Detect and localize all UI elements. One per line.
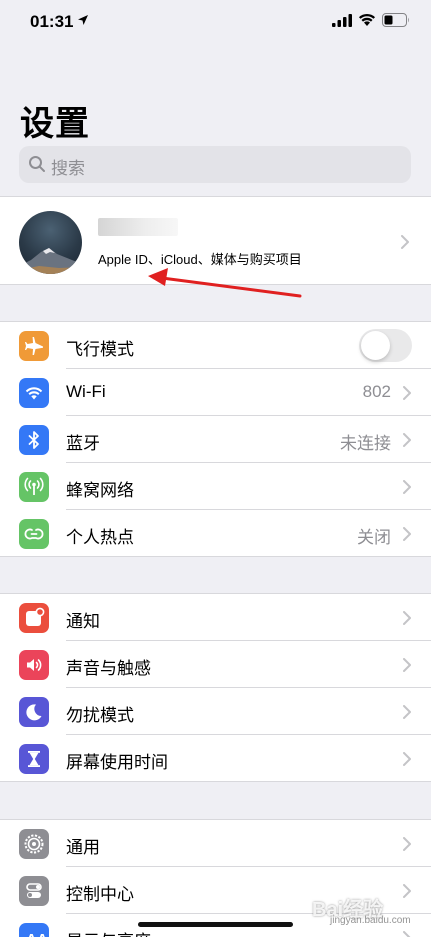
general-label: 通用 — [66, 838, 100, 857]
cellular-label: 蜂窝网络 — [66, 481, 134, 500]
chevron-right-icon — [403, 527, 411, 541]
chevron-right-icon — [403, 433, 411, 447]
notifications-icon — [19, 603, 49, 633]
chevron-right-icon — [403, 480, 411, 494]
row-do-not-disturb[interactable]: 勿扰模式 — [0, 688, 431, 735]
battery-icon — [382, 13, 409, 27]
chevron-right-icon — [403, 705, 411, 719]
bluetooth-label: 蓝牙 — [66, 434, 100, 453]
airplane-icon — [19, 331, 49, 361]
control-center-icon — [19, 876, 49, 906]
avatar — [19, 211, 82, 274]
status-bar: 01:31 — [0, 0, 431, 44]
row-sounds-haptics[interactable]: 声音与触感 — [0, 641, 431, 688]
notifications-label: 通知 — [66, 612, 100, 631]
search-icon — [29, 156, 45, 172]
toggle-knob — [361, 331, 390, 360]
chevron-right-icon — [403, 931, 411, 937]
row-bluetooth[interactable]: 蓝牙 未连接 — [0, 416, 431, 463]
notifications-group: 通知 声音与触感 勿扰模式 屏幕使用时间 — [0, 593, 431, 782]
hourglass-icon — [19, 744, 49, 774]
chevron-right-icon — [403, 386, 411, 400]
annotation-arrow-icon — [148, 268, 302, 298]
dnd-label: 勿扰模式 — [66, 706, 134, 725]
sound-icon — [19, 650, 49, 680]
hotspot-icon — [19, 519, 49, 549]
wifi-label: Wi-Fi — [66, 382, 106, 401]
watermark-url: jingyan.baidu.com — [330, 915, 411, 926]
row-screen-time[interactable]: 屏幕使用时间 — [0, 735, 431, 782]
row-notifications[interactable]: 通知 — [0, 594, 431, 641]
profile-name: █████ — [98, 218, 178, 236]
bluetooth-icon — [19, 425, 49, 455]
hotspot-label: 个人热点 — [66, 528, 134, 547]
row-airplane-mode[interactable]: 飞行模式 — [0, 322, 431, 369]
gear-icon — [19, 829, 49, 859]
status-time: 01:31 — [30, 12, 74, 31]
airplane-mode-toggle[interactable] — [359, 329, 412, 362]
chevron-right-icon — [403, 837, 411, 851]
search-placeholder: 搜索 — [51, 159, 85, 178]
display-icon: AA — [19, 923, 49, 937]
wifi-icon — [19, 378, 49, 408]
chevron-right-icon — [403, 752, 411, 766]
chevron-right-icon — [401, 235, 409, 249]
wifi-status-icon — [359, 13, 375, 26]
signal-icon — [332, 14, 352, 27]
screen-time-label: 屏幕使用时间 — [66, 753, 168, 772]
row-cellular[interactable]: 蜂窝网络 — [0, 463, 431, 510]
connectivity-group: 飞行模式 Wi-Fi 802 蓝牙 未连接 蜂窝网络 个人热点 关闭 — [0, 321, 431, 557]
sounds-label: 声音与触感 — [66, 659, 151, 678]
airplane-mode-label: 飞行模式 — [66, 340, 134, 359]
chevron-right-icon — [403, 884, 411, 898]
mountain-image — [19, 248, 82, 274]
page-title: 设置 — [20, 105, 90, 143]
control-center-label: 控制中心 — [66, 885, 134, 904]
row-personal-hotspot[interactable]: 个人热点 关闭 — [0, 510, 431, 557]
svg-text:AA: AA — [26, 931, 48, 937]
cellular-icon — [19, 472, 49, 502]
display-label: 显示与亮度 — [66, 927, 151, 937]
search-field[interactable]: 搜索 — [19, 146, 411, 183]
moon-icon — [19, 697, 49, 727]
row-wifi[interactable]: Wi-Fi 802 — [0, 369, 431, 416]
chevron-right-icon — [403, 658, 411, 672]
bluetooth-value: 未连接 — [340, 434, 391, 453]
wifi-value: 802 — [362, 382, 391, 401]
location-arrow-icon — [78, 15, 88, 25]
hotspot-value: 关闭 — [357, 528, 391, 547]
home-indicator[interactable] — [138, 922, 293, 927]
chevron-right-icon — [403, 611, 411, 625]
row-general[interactable]: 通用 — [0, 820, 431, 867]
